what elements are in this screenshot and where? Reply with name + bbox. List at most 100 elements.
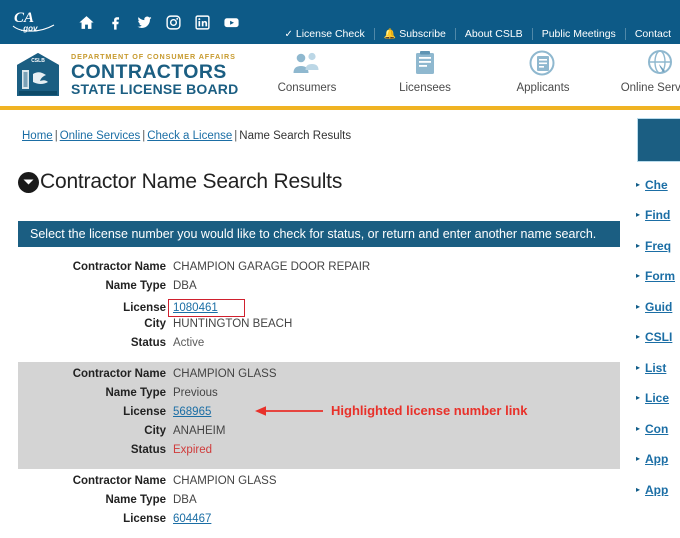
sidebar-item-5[interactable]: ▸ CSLI [636, 329, 680, 346]
sidebar-item-8[interactable]: ▸ Con [636, 420, 680, 437]
chevron-down-icon[interactable] [18, 171, 39, 193]
label-license: License [123, 302, 166, 315]
nav-license-check[interactable]: ✓ License Check [275, 28, 373, 40]
online-services-icon [602, 48, 680, 78]
main-nav: Consumers Licensees Applicants Online Se… [248, 48, 680, 94]
nav-contact[interactable]: Contact [624, 28, 680, 40]
bullet-icon: ▸ [636, 301, 641, 311]
value-city: HUNTINGTON BEACH [173, 318, 293, 331]
applicants-icon [484, 48, 602, 78]
sidebar-item-3[interactable]: ▸ Form [636, 268, 680, 285]
value-contractor-name: CHAMPION GLASS [173, 475, 277, 488]
value-name-type: DBA [173, 280, 197, 293]
bullet-icon: ▸ [636, 362, 641, 372]
main-nav-applicants[interactable]: Applicants [484, 48, 602, 94]
brand-department: DEPARTMENT OF CONSUMER AFFAIRS [71, 52, 236, 62]
label-contractor-name: Contractor Name [72, 475, 166, 488]
breadcrumb-sep-1: | [54, 130, 58, 142]
sidebar-item-label: Guid [645, 299, 673, 314]
bullet-icon: ▸ [636, 332, 641, 341]
youtube-icon[interactable] [223, 14, 240, 31]
field-city: City HUNTINGTON BEACH [18, 318, 620, 337]
field-name-type: Name Type Previous [18, 387, 620, 406]
ca-gov-logo[interactable]: CA .gov [12, 9, 58, 35]
nav-about-cslb-label: About CSLB [464, 28, 523, 40]
license-number-link[interactable]: 568965 [173, 406, 211, 418]
nav-subscribe-label: Subscribe [399, 28, 446, 40]
sidebar-links: ▸ Che ▸ Find ▸ Freq ▸ Form ▸ Guid ▸ CSLI [636, 176, 680, 497]
value-contractor-name: CHAMPION GLASS [173, 368, 277, 381]
value-name-type: Previous [173, 387, 218, 400]
license-highlight-box: 1080461 [168, 299, 245, 318]
breadcrumb-online-services[interactable]: Online Services [60, 130, 141, 142]
nav-contact-label: Contact [634, 28, 671, 40]
sidebar-item-6[interactable]: ▸ List [636, 359, 680, 376]
label-city: City [144, 318, 166, 331]
home-icon[interactable] [78, 14, 95, 31]
linkedin-icon[interactable] [194, 14, 211, 31]
sidebar-item-label: CSLI [645, 330, 673, 344]
utility-nav: ✓ License Check 🔔 Subscribe About CSLB P… [275, 28, 680, 40]
license-number-link[interactable]: 604467 [173, 513, 211, 525]
field-license: License 604467 [18, 513, 620, 532]
page-title: Contractor Name Search Results [40, 170, 343, 194]
nav-public-meetings[interactable]: Public Meetings [531, 28, 625, 40]
sidebar-item-label: Con [645, 421, 669, 436]
consumers-icon [248, 48, 366, 78]
main-nav-consumers[interactable]: Consumers [248, 48, 366, 94]
bullet-icon: ▸ [636, 454, 641, 463]
bullet-icon: ▸ [636, 210, 641, 219]
breadcrumb-home[interactable]: Home [22, 130, 53, 142]
twitter-icon[interactable] [136, 14, 153, 31]
sidebar-item-7[interactable]: ▸ Lice [636, 390, 680, 407]
sidebar-item-4[interactable]: ▸ Guid [636, 298, 680, 315]
instagram-icon[interactable] [165, 14, 182, 31]
sidebar-item-9[interactable]: ▸ App [636, 451, 680, 468]
nav-about-cslb[interactable]: About CSLB [454, 28, 532, 40]
sidebar-item-10[interactable]: ▸ App [636, 481, 680, 497]
cslb-shield-icon: CSLB [14, 52, 62, 98]
field-contractor-name: Contractor Name CHAMPION GARAGE DOOR REP… [18, 261, 620, 280]
page-title-row: Contractor Name Search Results [18, 156, 680, 208]
sidebar-item-2[interactable]: ▸ Freq [636, 237, 680, 254]
breadcrumb: Home | Online Services | Check a License | Nam… [0, 110, 680, 142]
main-nav-online-services-label: Online Services [620, 82, 680, 94]
result-record: Contractor Name CHAMPION GLASS Name Type… [18, 469, 620, 538]
field-contractor-name: Contractor Name CHAMPION GLASS [18, 368, 620, 387]
sidebar-item-1[interactable]: ▸ Find [636, 207, 680, 224]
label-status: Status [130, 444, 166, 457]
field-name-type: Name Type DBA [18, 494, 620, 513]
label-name-type: Name Type [105, 387, 166, 400]
field-status: Status Expired [18, 444, 620, 463]
right-sidebar: ▸ Che ▸ Find ▸ Freq ▸ Form ▸ Guid ▸ CSLI [636, 110, 680, 496]
license-number-link[interactable]: 1080461 [173, 302, 218, 314]
sidebar-item-0[interactable]: ▸ Che [636, 176, 680, 193]
sidebar-item-label: Form [645, 269, 676, 283]
main-nav-online-services[interactable]: Online Services [602, 48, 680, 94]
result-record: Contractor Name CHAMPION GARAGE DOOR REP… [18, 255, 620, 362]
field-license: License 1080461 [18, 299, 620, 318]
bullet-icon: ▸ [636, 484, 641, 494]
bullet-icon: ▸ [636, 179, 641, 189]
main-nav-licensees[interactable]: Licensees [366, 48, 484, 94]
label-name-type: Name Type [105, 494, 166, 507]
bullet-icon: ▸ [636, 393, 641, 402]
bell-icon: 🔔 [383, 28, 397, 40]
breadcrumb-current: Name Search Results [239, 130, 352, 142]
label-city: City [144, 425, 166, 438]
label-license: License [123, 406, 166, 419]
breadcrumb-check-a-license[interactable]: Check a License [147, 130, 232, 142]
check-icon: ✓ [284, 28, 293, 40]
brand-title: CONTRACTORS [71, 60, 227, 83]
top-utility-bar: CA .gov ✓ License Check 🔔 Subscribe Abou… [0, 0, 680, 44]
facebook-icon[interactable] [107, 14, 124, 31]
brand-header: CSLB DEPARTMENT OF CONSUMER AFFAIRS CONT… [0, 44, 680, 106]
cslb-logo[interactable]: CSLB DEPARTMENT OF CONSUMER AFFAIRS CONT… [14, 52, 238, 98]
sidebar-item-label: App [645, 482, 669, 497]
label-contractor-name: Contractor Name [72, 368, 166, 381]
search-results-list: Contractor Name CHAMPION GARAGE DOOR REP… [18, 255, 620, 538]
sidebar-item-label: Che [645, 177, 668, 192]
nav-subscribe[interactable]: 🔔 Subscribe [373, 28, 455, 40]
social-links [78, 14, 240, 31]
field-license: License 568965 [18, 406, 620, 425]
